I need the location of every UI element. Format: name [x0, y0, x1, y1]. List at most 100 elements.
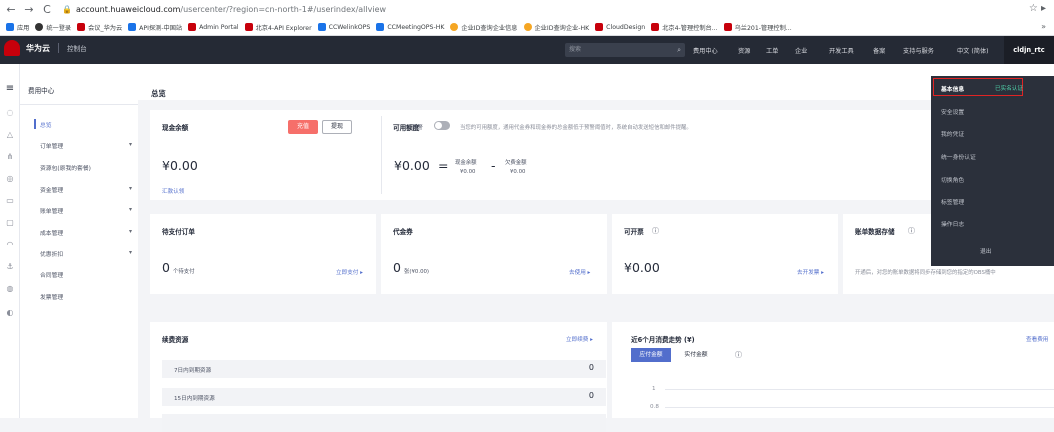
nav-devtools[interactable]: 开发工具 — [829, 46, 854, 55]
menu-item-security[interactable]: 安全设置 — [941, 107, 964, 116]
menu-item-credentials[interactable]: 我的凭证 — [941, 129, 964, 138]
bookmark-item[interactable]: 北京4-管理控制台... — [651, 23, 718, 32]
bookmark-item[interactable]: 会议_华为云 — [77, 23, 122, 32]
sidebar-item-orders[interactable]: 订单管理 ▾ — [40, 141, 140, 150]
divider — [381, 116, 382, 194]
apps-icon — [6, 23, 14, 31]
sidebar: 费用中心 — [20, 64, 138, 418]
cash-amount: ¥0.00 — [162, 158, 198, 173]
globe-icon[interactable]: ◍ — [5, 284, 15, 294]
top-bar: 华为云 控制台 搜索 ⌕ 费用中心 资源 工单 企业 开发工具 备案 支持与服务… — [0, 36, 1054, 64]
nav-billing[interactable]: 费用中心 — [693, 46, 718, 55]
help-icon[interactable]: ⓘ — [652, 226, 659, 236]
anchor-icon[interactable]: ⚓ — [5, 262, 15, 272]
menu-item-switch-role[interactable]: 切换角色 — [941, 175, 964, 184]
console-link[interactable]: 控制台 — [67, 43, 87, 53]
issue-invoice-link[interactable]: 去开发票 ▸ — [797, 268, 824, 276]
sidebar-item-discounts[interactable]: 优惠折扣 ▾ — [40, 249, 140, 258]
nav-language[interactable]: 中文 (简体) — [957, 46, 989, 55]
menu-item-basic-info[interactable]: 基本信息 — [941, 84, 964, 93]
help-icon[interactable]: ⓘ — [735, 350, 742, 360]
storage-title: 账单数据存储 — [855, 228, 895, 236]
bookmarks-more[interactable]: » — [1041, 22, 1046, 31]
bookmark-item[interactable]: 北京4-API Explorer — [244, 23, 312, 32]
bookmark-apps[interactable]: 应用 — [6, 23, 29, 32]
network-icon[interactable]: ⋔ — [5, 152, 15, 162]
sidebar-item-bills[interactable]: 账单管理 ▾ — [40, 206, 140, 215]
cash-title: 现金余额 — [162, 124, 189, 132]
tab-paid[interactable]: 实付金额 — [676, 348, 716, 362]
coupon-card — [381, 214, 607, 294]
search-icon[interactable]: ⌕ — [677, 43, 681, 57]
service-icon[interactable]: ◠ — [5, 240, 15, 250]
reload-icon[interactable]: C — [40, 3, 54, 16]
bookmark-item[interactable]: 统一登录 — [35, 23, 71, 32]
star-icon[interactable]: ☆ ▸ — [1029, 3, 1046, 14]
coupon-title: 代金券 — [393, 228, 413, 236]
bookmark-item[interactable]: CCMeetingOPS-HK — [376, 23, 444, 31]
cluster-icon[interactable]: △ — [5, 130, 15, 140]
back-icon[interactable]: ← — [4, 3, 18, 16]
forward-icon[interactable]: → — [22, 3, 36, 16]
brand-name: 华为云 — [26, 43, 50, 53]
bookmark-item[interactable]: CloudDesign — [595, 23, 645, 31]
menu-item-tags[interactable]: 标签管理 — [941, 197, 964, 206]
cash-balance-value: ¥0.00 — [460, 169, 476, 175]
nav-support[interactable]: 支持与服务 — [903, 46, 934, 55]
user-dropdown: 基本信息 已实名认证 安全设置 我的凭证 统一身份认证 切换角色 标签管理 操作… — [931, 76, 1054, 266]
settings-icon[interactable]: ◐ — [5, 308, 15, 318]
remittance-link[interactable]: 汇款认领 — [162, 187, 184, 195]
sidebar-item-funds[interactable]: 资金管理 ▾ — [40, 185, 140, 194]
menu-item-logs[interactable]: 操作日志 — [941, 219, 964, 228]
use-coupon-link[interactable]: 去使用 ▸ — [569, 268, 590, 276]
sidebar-item-packages[interactable]: 资源包(原我的套餐) — [40, 163, 140, 172]
menu-item-iam[interactable]: 统一身份认证 — [941, 152, 976, 161]
bookmark-item[interactable]: CCWelinkOPS — [317, 23, 370, 31]
user-menu[interactable]: cldjn_rtc — [1004, 36, 1054, 64]
address-bar[interactable]: 🔒 account.huaweicloud.com /usercenter/?r… — [62, 5, 386, 14]
tab-payable[interactable]: 应付金额 — [631, 348, 671, 362]
menu-item-logout[interactable]: 退出 — [980, 246, 992, 255]
list-item[interactable] — [162, 414, 606, 432]
menu-icon[interactable]: ≡ — [5, 84, 15, 94]
recharge-button[interactable]: 充值 — [288, 120, 318, 134]
help-icon[interactable]: ⓘ — [908, 226, 915, 236]
bookmark-item[interactable]: Admin Portal — [188, 23, 239, 31]
sidebar-item-invoices[interactable]: 发票管理 — [40, 292, 140, 301]
warn-toggle[interactable] — [434, 121, 450, 130]
bookmark-icon — [317, 23, 326, 31]
sidebar-item-overview[interactable]: 总览 — [40, 120, 140, 129]
nav-enterprise[interactable]: 企业 — [795, 46, 807, 55]
renew-now-link[interactable]: 立即续费 ▸ — [566, 335, 593, 343]
bookmark-item[interactable]: 企业ID查询企业信息 — [450, 23, 518, 32]
nav-tickets[interactable]: 工单 — [766, 46, 778, 55]
grid-line — [665, 407, 1054, 408]
storage-icon[interactable]: ▭ — [5, 196, 15, 206]
monitor-icon[interactable]: ▢ — [5, 218, 15, 228]
chevron-down-icon: ▾ — [128, 185, 132, 192]
divider — [58, 43, 59, 53]
list-item[interactable]: 7日内到期资源 0 — [162, 360, 606, 378]
cloud-icon[interactable]: ◌ — [5, 108, 15, 118]
sidebar-item-cost[interactable]: 成本管理 ▾ — [40, 228, 140, 237]
withdraw-button[interactable]: 提现 — [322, 120, 352, 134]
sidebar-item-contracts[interactable]: 合同管理 — [40, 270, 140, 279]
active-indicator — [34, 119, 36, 129]
search-input[interactable]: 搜索 ⌕ — [565, 43, 685, 57]
view-cost-link[interactable]: 查看费用 — [1026, 335, 1048, 343]
database-icon[interactable]: ◎ — [5, 174, 15, 184]
chevron-down-icon: ▾ — [128, 206, 132, 213]
nav-icp[interactable]: 备案 — [873, 46, 885, 55]
bookmark-item[interactable]: 乌兰201-管理控制... — [723, 23, 792, 32]
bookmark-item[interactable]: 企业ID查询企业-HK — [523, 23, 589, 32]
huawei-logo-icon — [4, 40, 20, 56]
y-tick: 0.8 — [650, 404, 659, 410]
bookmark-item[interactable]: API探测-中国站 — [128, 23, 182, 32]
brand[interactable]: 华为云 控制台 — [4, 40, 87, 56]
url-path: /usercenter/?region=cn-north-1#/userinde… — [180, 4, 387, 14]
pending-unit: 个待支付 — [173, 269, 195, 275]
pay-now-link[interactable]: 立即支付 ▸ — [336, 268, 363, 276]
huawei-icon — [244, 23, 253, 31]
nav-resources[interactable]: 资源 — [738, 46, 750, 55]
list-item[interactable]: 15日内到期资源 0 — [162, 388, 606, 406]
